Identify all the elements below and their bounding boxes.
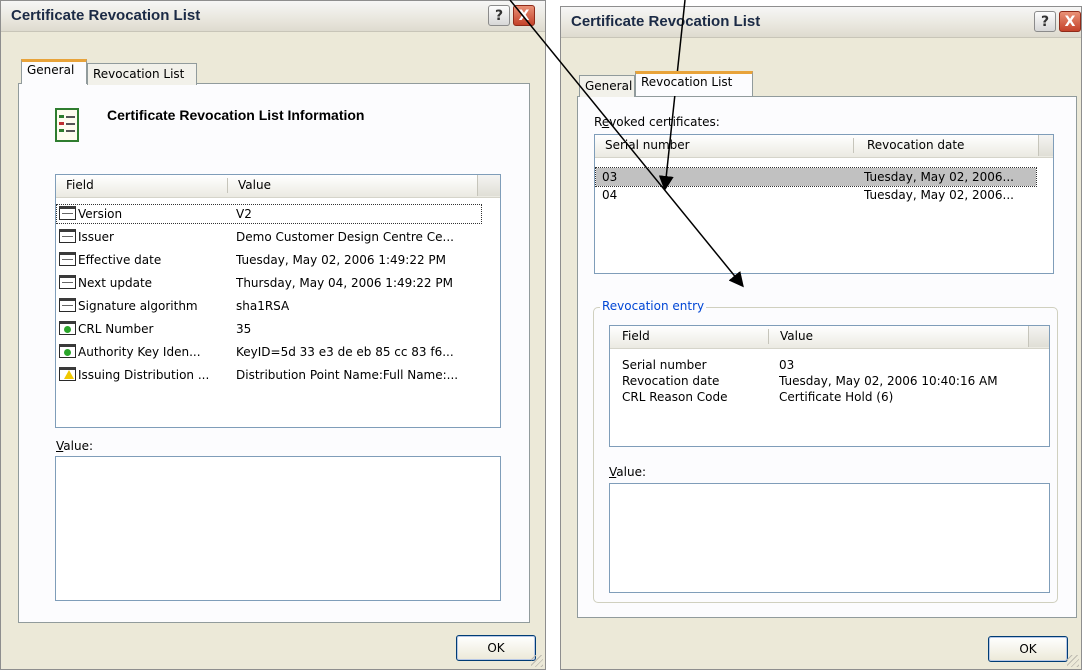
tab-general[interactable]: General [21, 59, 87, 84]
annotation-arrows [509, 0, 744, 288]
arrow-to-revocation-entry [509, 0, 744, 288]
tab-revocation-list[interactable]: Revocation List [635, 71, 753, 96]
